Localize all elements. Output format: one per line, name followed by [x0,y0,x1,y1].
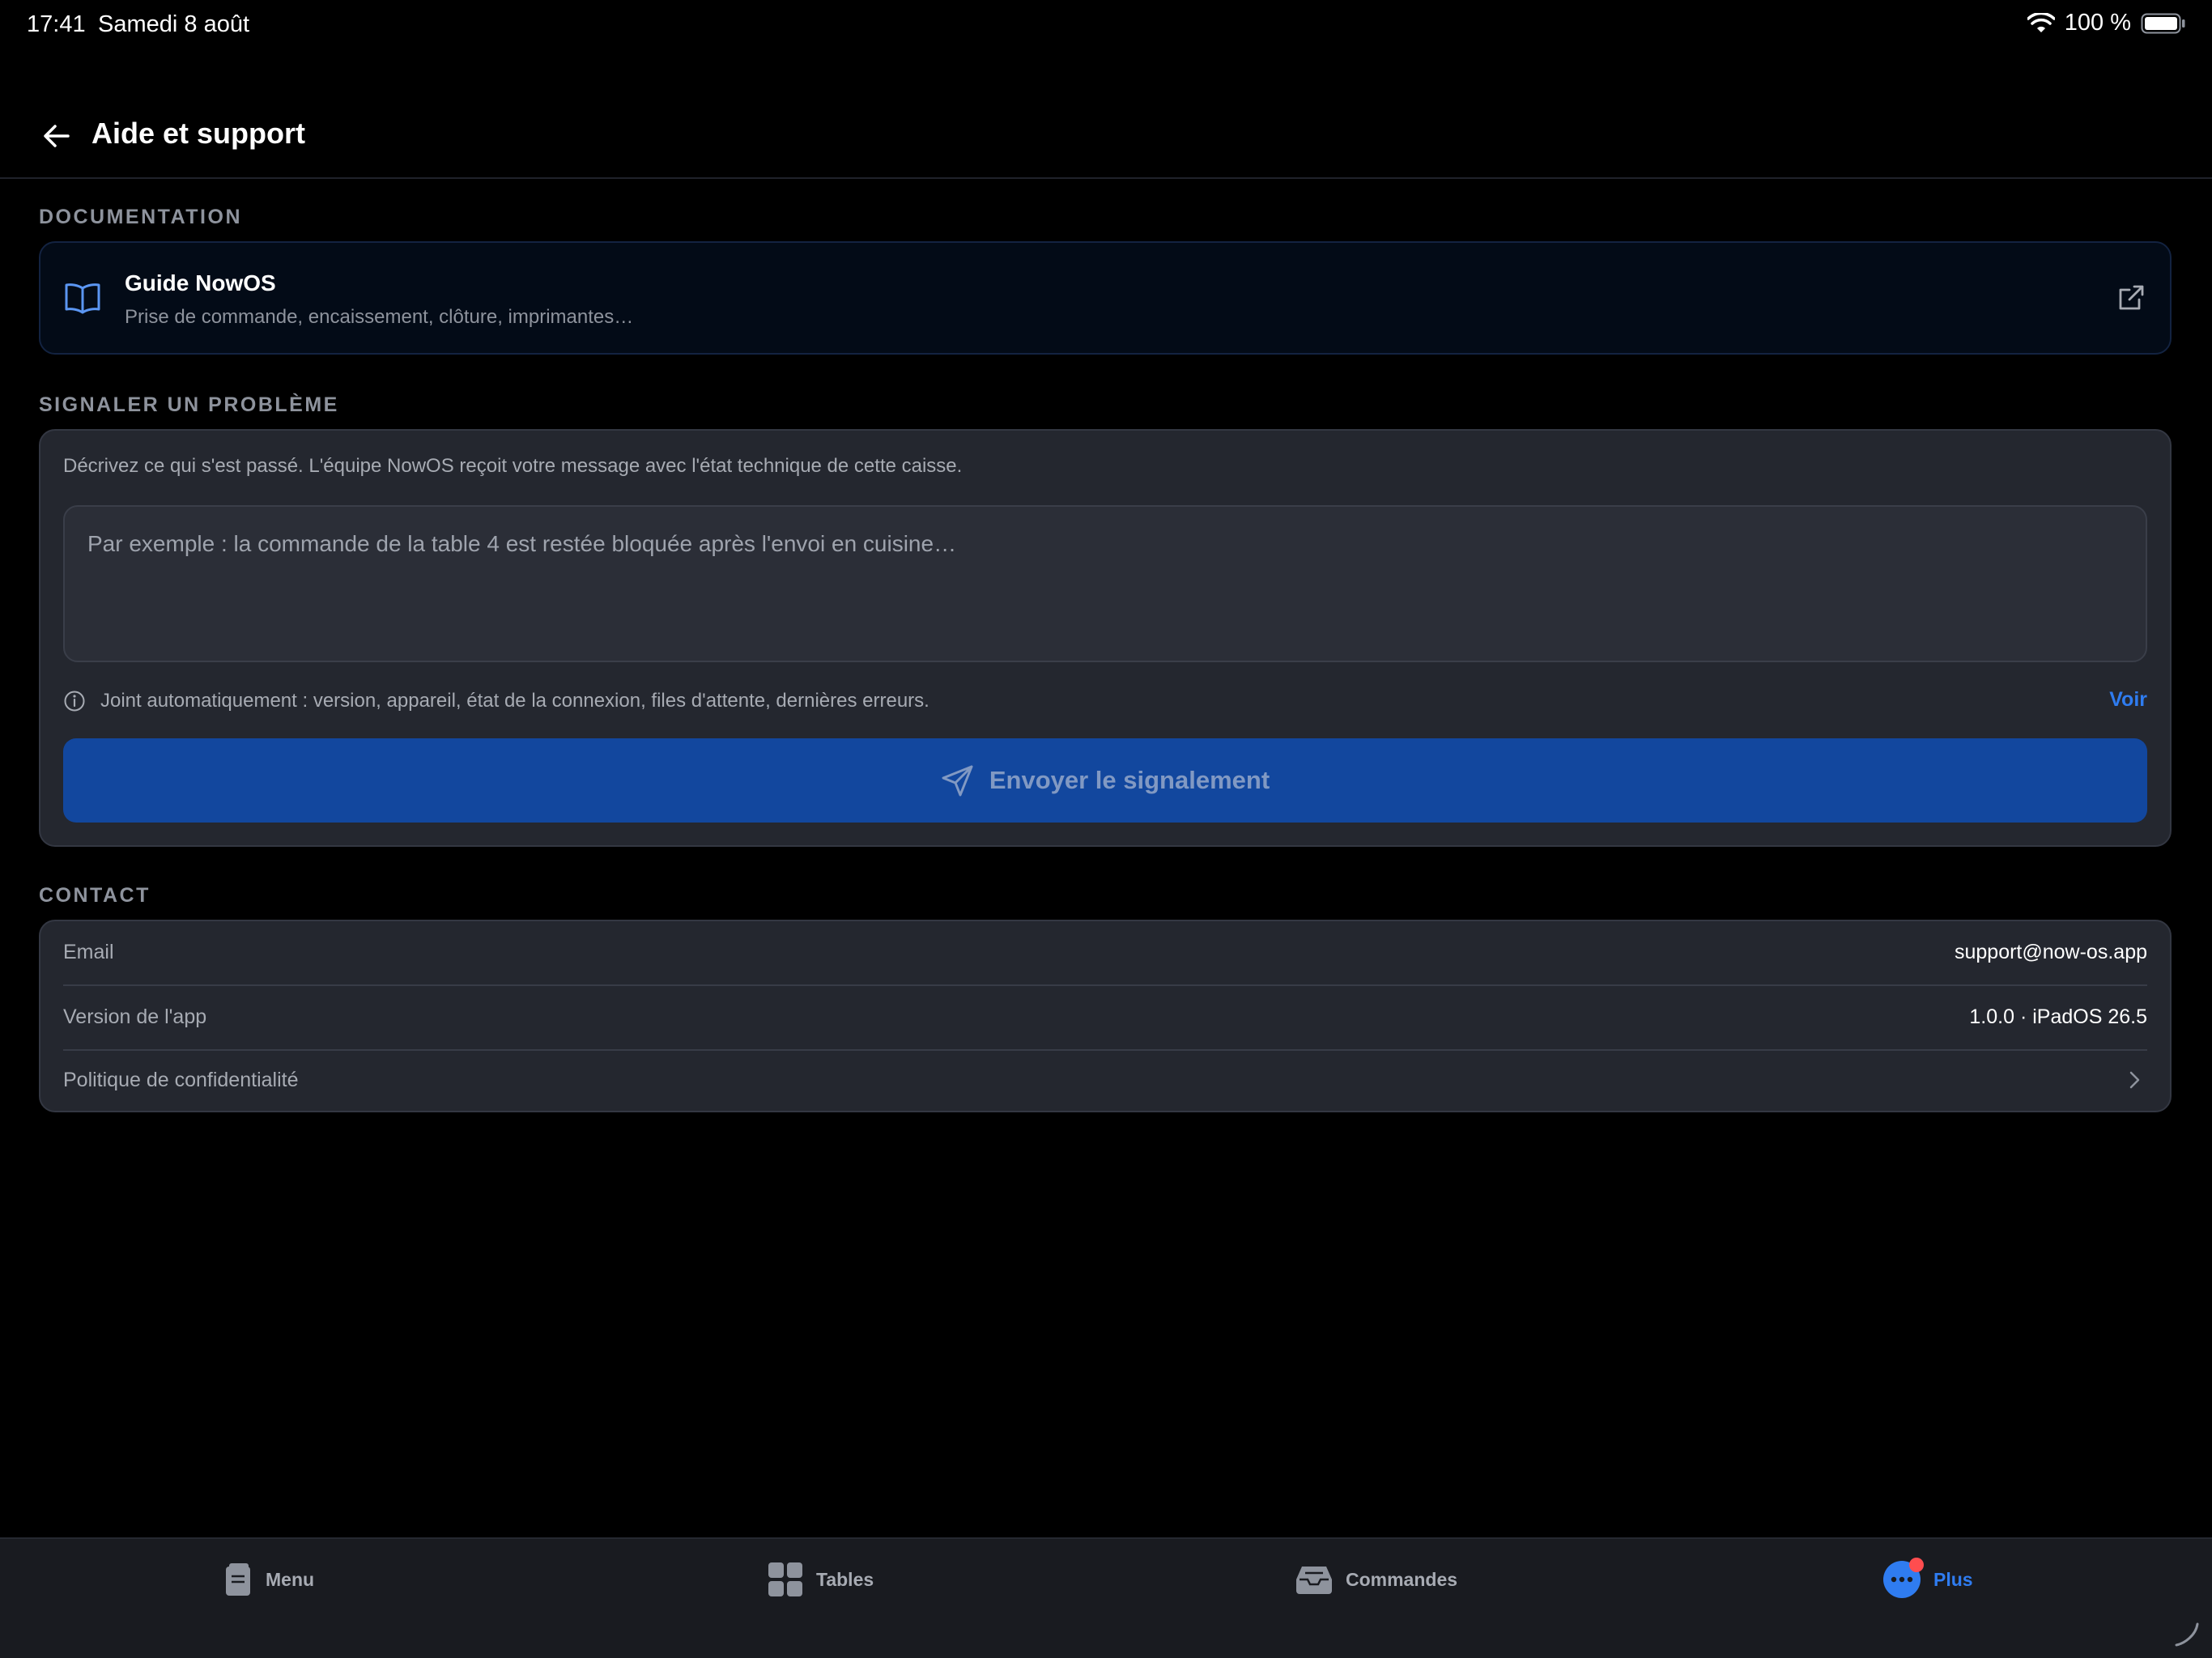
view-details-link[interactable]: Voir [2109,688,2147,712]
contact-card: Email support@now-os.app Version de l'ap… [39,920,2172,1112]
status-time: 17:41 [27,11,86,37]
contact-row-privacy[interactable]: Politique de confidentialité [40,1049,2170,1112]
tab-commandes-label: Commandes [1346,1568,1458,1590]
tab-menu-label: Menu [266,1568,315,1590]
report-card: Décrivez ce qui s'est passé. L'équipe No… [39,429,2172,847]
tray-icon [1296,1567,1332,1594]
attached-info-text: Joint automatiquement : version, apparei… [100,690,929,712]
send-icon [942,765,973,797]
tab-commandes[interactable]: Commandes [1295,1560,1457,1599]
contact-section-label: CONTACT [39,884,151,907]
status-indicators: 100 % [2027,10,2186,36]
menu-book-icon [226,1563,250,1596]
send-report-button[interactable]: Envoyer le signalement [63,738,2147,823]
more-dots-icon [1883,1558,1924,1598]
external-link-icon [2119,285,2144,310]
tab-tables-label: Tables [816,1568,874,1590]
version-label: Version de l'app [63,1005,207,1028]
send-report-label: Envoyer le signalement [989,766,1270,794]
report-section-label: SIGNALER UN PROBLÈME [39,393,339,416]
guide-title: Guide NowOS [125,270,276,295]
documentation-section-label: DOCUMENTATION [39,206,242,228]
contact-row-email[interactable]: Email support@now-os.app [40,921,2170,984]
battery-percentage: 100 % [2064,10,2131,36]
guide-subtitle: Prise de commande, encaissement, clôture… [125,306,634,328]
tab-tables[interactable]: Tables [768,1560,874,1599]
version-value: 1.0.0 · iPadOS 26.5 [1969,1005,2147,1028]
header-divider [0,177,2212,179]
wifi-icon [2027,12,2055,32]
tab-plus[interactable]: Plus [1883,1558,1973,1599]
back-button[interactable] [39,118,74,154]
open-book-icon [65,283,100,314]
tab-plus-label: Plus [1933,1568,1973,1590]
info-icon [64,691,85,712]
report-message-input[interactable] [63,505,2147,662]
grid-icon [768,1562,802,1596]
tab-menu[interactable]: Menu [223,1560,314,1599]
notification-badge [1909,1558,1924,1572]
tab-bar: Menu Tables Commandes Plus [0,1537,2212,1658]
report-description: Décrivez ce qui s'est passé. L'équipe No… [63,455,963,477]
privacy-policy-label: Politique de confidentialité [63,1069,299,1091]
contact-row-version: Version de l'app 1.0.0 · iPadOS 26.5 [40,986,2170,1049]
guide-card[interactable]: Guide NowOS Prise de commande, encaissem… [39,241,2172,355]
chevron-right-icon [2129,1071,2140,1089]
arrow-left-icon [44,125,70,147]
email-label: Email [63,941,114,963]
email-value: support@now-os.app [1954,941,2147,963]
status-date: Samedi 8 août [98,11,250,37]
resize-handle-icon[interactable] [2173,1621,2201,1648]
page-title: Aide et support [91,117,306,150]
battery-icon [2141,13,2185,33]
